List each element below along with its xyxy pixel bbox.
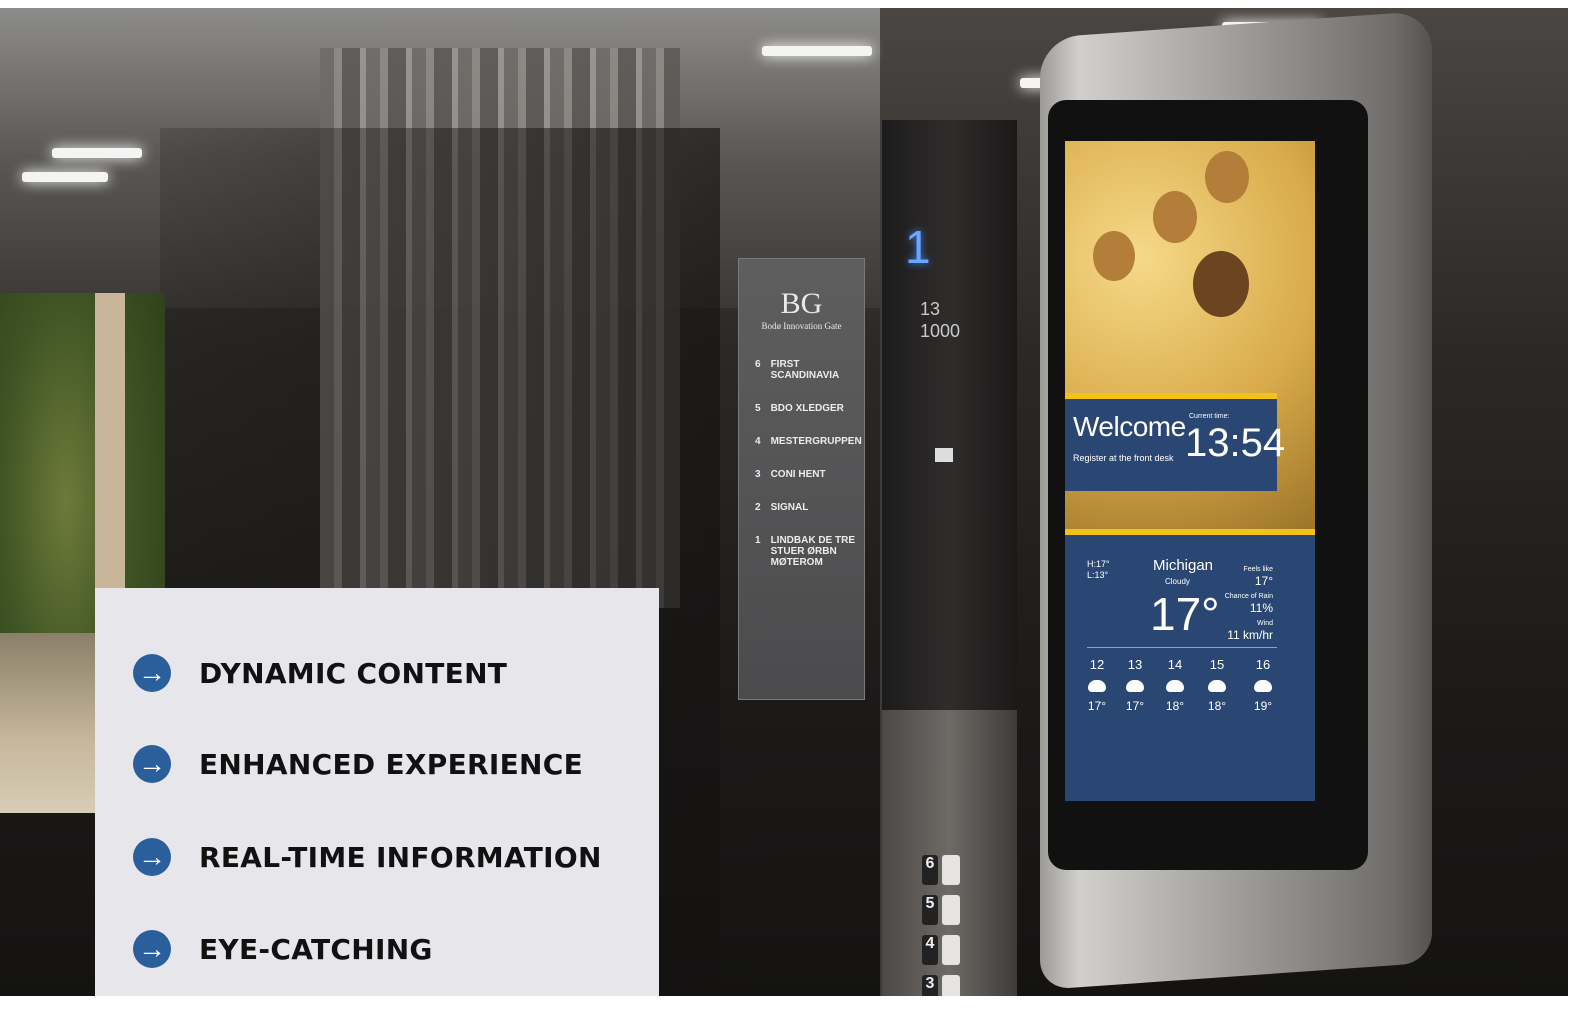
- cloud-icon: [1166, 680, 1184, 692]
- floor-indicator: 1: [905, 221, 931, 273]
- forecast-hour: 16 19°: [1253, 657, 1273, 713]
- digital-signage-screen: Welcome Register at the front desk Curre…: [1065, 141, 1315, 801]
- person: [1093, 231, 1135, 281]
- feature-label: ENHANCED EXPERIENCE: [199, 747, 584, 781]
- person: [1193, 251, 1249, 317]
- directory-entry: 6 FIRST SCANDINAVIA: [755, 359, 840, 381]
- directory-logo-text: BG: [780, 287, 823, 320]
- arrow-circle-icon: →: [133, 745, 171, 783]
- directory-entry: 2 SIGNAL: [755, 502, 809, 513]
- weather-widget: H:17° L:13° Michigan Cloudy 17° Feels li…: [1065, 535, 1315, 801]
- arrow-circle-icon: →: [133, 654, 171, 692]
- weather-city: Michigan: [1153, 557, 1214, 574]
- directory-logo: BG Bodø Innovation Gate: [739, 287, 864, 331]
- floor-button[interactable]: 6: [922, 853, 962, 887]
- current-time-label: Current time:: [1189, 413, 1230, 420]
- person: [1153, 191, 1197, 243]
- forecast-hour: 12 17°: [1087, 657, 1107, 713]
- feature-label: EYE-CATCHING: [199, 932, 433, 966]
- arrow-circle-icon: →: [133, 838, 171, 876]
- weather-condition: Cloudy: [1165, 577, 1190, 586]
- feature-item: → REAL-TIME INFORMATION: [133, 838, 602, 876]
- floor-button[interactable]: 5: [922, 893, 962, 927]
- person: [1205, 151, 1249, 203]
- ceiling-light: [52, 148, 142, 158]
- building-directory: BG Bodø Innovation Gate 6 FIRST SCANDINAV…: [738, 258, 865, 700]
- directory-entry: 4 MESTERGRUPPEN: [755, 436, 862, 447]
- capacity-readout: 13 1000: [920, 298, 960, 342]
- forecast-hour: 13 17°: [1125, 657, 1145, 713]
- hi-lo: H:17° L:13°: [1087, 559, 1110, 580]
- cloud-icon: [1254, 680, 1272, 692]
- kone-logo: [935, 448, 953, 462]
- directory-entry: 5 BDO XLEDGER: [755, 403, 844, 414]
- weather-divider: [1087, 647, 1277, 648]
- capacity-kg: 1000: [920, 321, 961, 341]
- welcome-banner: Welcome Register at the front desk Curre…: [1065, 393, 1285, 491]
- features-card: → DYNAMIC CONTENT → ENHANCED EXPERIENCE …: [95, 588, 659, 996]
- cloud-icon: [1088, 680, 1106, 692]
- floor-button[interactable]: 3: [922, 973, 962, 996]
- door-frame: [95, 293, 125, 603]
- capacity-persons: 13: [920, 299, 941, 319]
- floor-button[interactable]: 4: [922, 933, 962, 967]
- forecast-hour: 14 18°: [1165, 657, 1185, 713]
- welcome-title: Welcome: [1073, 411, 1186, 442]
- ceiling-light: [22, 172, 108, 182]
- cloud-icon: [1208, 680, 1226, 692]
- feature-label: REAL-TIME INFORMATION: [199, 840, 602, 874]
- welcome-subtitle: Register at the front desk: [1073, 453, 1174, 463]
- floor-buttons: 6 5 4 3: [922, 853, 962, 996]
- feature-label: DYNAMIC CONTENT: [199, 656, 508, 690]
- feature-item: → EYE-CATCHING: [133, 930, 433, 968]
- current-time: 13:54: [1185, 421, 1286, 465]
- directory-entry: 1 LINDBAK DE TRE STUER ØRBN MØTEROM: [755, 535, 856, 568]
- feature-item: → DYNAMIC CONTENT: [133, 654, 507, 692]
- ceiling-light: [762, 46, 872, 56]
- feature-item: → ENHANCED EXPERIENCE: [133, 745, 583, 783]
- directory-entry: 3 CONI HENT: [755, 469, 826, 480]
- directory-logo-sub: Bodø Innovation Gate: [761, 321, 842, 331]
- arrow-circle-icon: →: [133, 930, 171, 968]
- weather-details: Feels like 17° Chance of Rain 11% Wind 11 k…: [1224, 566, 1273, 642]
- cloud-icon: [1126, 680, 1144, 692]
- weather-temp: 17°: [1150, 588, 1220, 640]
- forecast-hour: 15 18°: [1207, 657, 1227, 713]
- directory-list: 6 FIRST SCANDINAVIA 5 BDO XLEDGER 4 MESTERG…: [755, 359, 864, 568]
